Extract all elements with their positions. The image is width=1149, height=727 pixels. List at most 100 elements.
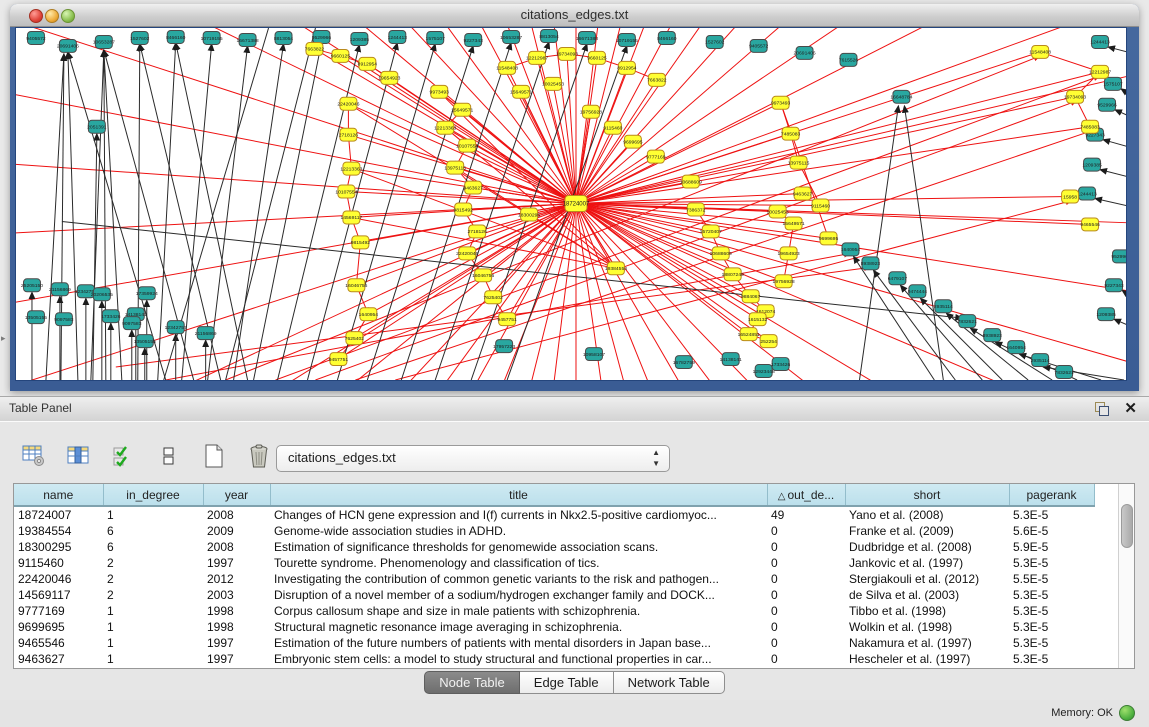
table-row[interactable]: 1872400712008Changes of HCN gene express… [14,506,1094,523]
graph-node[interactable]: 16671388 [237,33,259,46]
graph-node[interactable]: 2051391 [87,120,107,133]
graph-node[interactable]: 1640954 [841,243,861,256]
close-panel-icon[interactable]: ✕ [1124,399,1137,417]
graph-node[interactable]: 9529966 [312,30,332,43]
column-header-out_de[interactable]: △out_de... [767,484,845,506]
graph-node[interactable]: 10025453 [542,77,564,90]
graph-node[interactable]: 252254 [760,335,777,348]
graph-node[interactable]: 7485083 [781,127,801,140]
graph-node[interactable]: 19734093 [1064,90,1086,103]
column-header-short[interactable]: short [845,484,1009,506]
graph-node[interactable]: 20691406 [57,39,79,52]
graph-node[interactable]: 7832621 [1054,366,1074,379]
graph-node[interactable]: 1209385 [1082,158,1102,171]
graph-node[interactable]: 11548408 [1029,45,1051,58]
column-header-title[interactable]: title [270,484,767,506]
graph-node[interactable]: 21156869 [195,327,217,340]
graph-node[interactable]: 10107554 [335,185,357,198]
graph-node[interactable]: 9115460 [811,199,830,212]
graph-node[interactable]: 7832621 [958,315,978,328]
graph-node[interactable]: 9227343 [1104,279,1124,292]
rows-icon[interactable] [155,443,183,469]
graph-node[interactable]: 1733426 [771,358,791,371]
table-row[interactable]: 969969511998Structural magnetic resonanc… [14,619,1094,635]
graph-node[interactable]: 9465546 [1080,218,1100,231]
graph-node[interactable]: 15958 [1062,190,1079,203]
graph-node[interactable]: 9777169 [646,150,666,163]
graph-node[interactable]: 8938923 [861,257,881,270]
graph-node[interactable]: 10653287 [93,35,115,48]
graph-node[interactable]: 25205150 [21,279,43,292]
graph-node[interactable]: 10107554 [456,139,478,152]
table-row[interactable]: 1830029562008Estimation of significance … [14,539,1094,555]
graph-node[interactable]: 9463627 [793,187,813,200]
graph-node[interactable]: 19734093 [556,47,578,60]
graph-node[interactable]: 20206535 [91,288,113,301]
graph-node[interactable]: 9474444 [908,285,928,298]
graph-node[interactable]: 1615132 [748,313,768,326]
graph-node[interactable]: 19756928 [580,105,602,118]
graph-node[interactable]: 10653287 [500,30,522,43]
window-titlebar[interactable]: citations_edges.txt [10,4,1139,27]
graph-node[interactable]: 9405572 [26,31,46,44]
graph-node[interactable]: 19384554 [605,262,627,275]
graph-node[interactable]: 15649571 [510,85,532,98]
graph-node[interactable]: 8938923 [983,329,1003,342]
graph-node[interactable]: 1244413 [1077,187,1097,200]
graph-node[interactable]: 18300295 [518,208,540,221]
table-row[interactable]: 946554611997Estimation of the future num… [14,635,1094,651]
graph-node[interactable]: 7625402 [345,332,365,345]
graph-node[interactable]: 2935114 [1031,354,1050,367]
graph-node[interactable]: 9463627 [463,181,483,194]
graph-node[interactable]: 16046756 [472,269,494,282]
tab-edge-table[interactable]: Edge Table [520,671,614,694]
graph-node[interactable]: 14138141 [720,353,742,366]
graph-node[interactable]: 7663822 [305,42,325,55]
graph-node[interactable]: 20691406 [794,46,816,59]
graph-node[interactable]: 2718126 [339,128,359,141]
graph-node[interactable]: 8912954 [617,61,637,74]
graph-node[interactable]: 12342757 [165,321,187,334]
column-header-year[interactable]: year [203,484,270,506]
graph-node[interactable]: 8813054 [274,31,294,44]
graph-node[interactable]: 1209385 [1096,308,1116,321]
graph-node[interactable]: 10958107 [583,348,605,361]
graph-node[interactable]: 19654923 [378,71,400,84]
graph-node[interactable]: 9699695 [623,135,643,148]
graph-node[interactable]: 7615526 [839,53,859,66]
graph-node[interactable]: 1527602 [130,31,150,44]
memory-status-icon[interactable] [1119,705,1135,721]
graph-node[interactable]: 6479107 [888,272,908,285]
graph-node[interactable]: 9227343 [463,33,483,46]
graph-node[interactable]: 1575107 [426,31,446,44]
graph-node[interactable]: 7663822 [647,73,667,86]
graph-node[interactable]: 9115460 [603,121,622,134]
column-header-name[interactable]: name [14,484,103,506]
table-settings-icon[interactable] [20,443,48,469]
graph-node[interactable]: 1244413 [1090,35,1110,48]
graph-node[interactable]: 16524851 [738,328,760,341]
table-row[interactable]: 1938455462009Genome-wide association stu… [14,523,1094,539]
graph-node[interactable]: 7625402 [483,291,503,304]
graph-node[interactable]: 17957223 [493,340,515,353]
graph-node[interactable]: 14569117 [341,211,363,224]
graph-node[interactable]: 15720407 [700,225,722,238]
network-canvas[interactable]: 9405572206914061065328715276028466160107… [15,27,1127,381]
graph-node[interactable]: 9884067 [741,290,761,303]
graph-node[interactable]: 9097583 [122,317,142,330]
graph-node[interactable]: 10025453 [767,205,789,218]
column-header-pagerank[interactable]: pagerank [1009,484,1094,506]
graph-node[interactable]: 15649571 [451,103,473,116]
collapse-arrow-icon[interactable]: ▸ [1,333,6,344]
graph-node[interactable]: 22420046 [337,97,359,110]
graph-node[interactable]: 2718126 [467,225,487,238]
tab-node-table[interactable]: Node Table [424,671,520,694]
graph-node[interactable]: 16648784 [890,90,912,103]
graph-node[interactable]: 19654923 [778,247,800,260]
graph-node[interactable]: 13975115 [788,156,810,169]
graph-node[interactable]: 16046756 [345,279,367,292]
graph-node[interactable]: 9815492 [351,236,371,249]
graph-node[interactable]: 18724007 [563,196,590,212]
graph-node[interactable]: 18807249 [722,268,744,281]
table-scrollbar[interactable] [1118,484,1134,668]
